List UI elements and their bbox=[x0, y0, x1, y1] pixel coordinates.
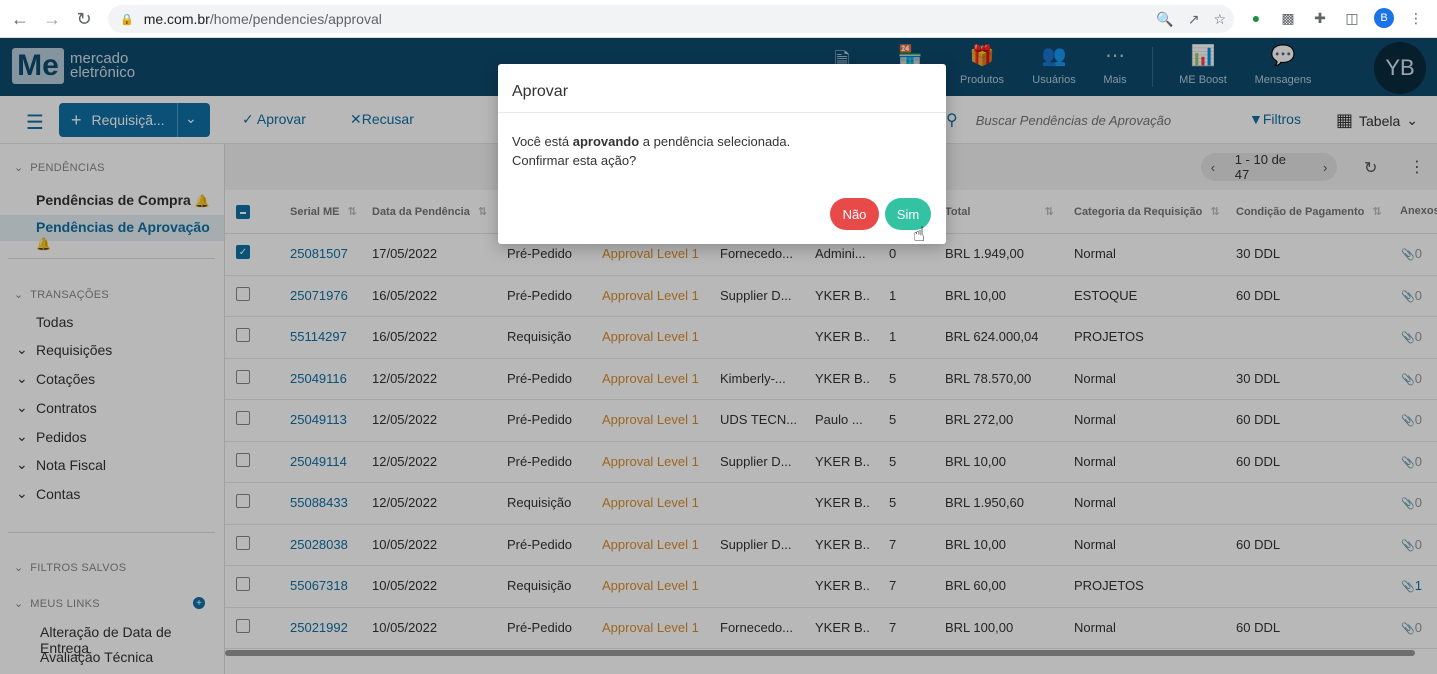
sidepanel-icon[interactable]: ◫ bbox=[1342, 8, 1362, 28]
forward-icon[interactable]: → bbox=[36, 3, 68, 35]
url-text: me.com.br/home/pendencies/approval bbox=[144, 11, 382, 27]
message-pre: Você está bbox=[512, 134, 573, 149]
address-bar[interactable]: 🔒 me.com.br/home/pendencies/approval 🔍 ↗… bbox=[108, 5, 1234, 33]
bookmark-star-icon[interactable]: ☆ bbox=[1213, 11, 1226, 28]
message-bold: aprovando bbox=[572, 134, 640, 149]
zoom-icon[interactable]: 🔍 bbox=[1156, 11, 1173, 28]
url-path: /home/pendencies/approval bbox=[209, 11, 382, 27]
approve-dialog: Aprovar Você está aprovando a pendência … bbox=[498, 64, 946, 244]
extension-leaf-icon[interactable]: ● bbox=[1246, 8, 1266, 28]
dialog-message-line1: Você está aprovando a pendência selecion… bbox=[512, 132, 790, 151]
lock-icon: 🔒 bbox=[120, 13, 134, 26]
reload-icon[interactable]: ↻ bbox=[68, 3, 100, 35]
profile-avatar[interactable]: B bbox=[1374, 8, 1394, 28]
dialog-message: Você está aprovando a pendência selecion… bbox=[512, 132, 790, 170]
dialog-message-line2: Confirmar esta ação? bbox=[512, 153, 637, 168]
url-host: me.com.br bbox=[143, 11, 210, 27]
hand-cursor-icon: ☝ bbox=[913, 224, 926, 246]
message-post: a pendência selecionada. bbox=[639, 134, 791, 149]
browser-toolbar: ← → ↻ 🔒 me.com.br/home/pendencies/approv… bbox=[0, 0, 1437, 38]
browser-menu-icon[interactable]: ⋮ bbox=[1406, 8, 1426, 28]
no-button[interactable]: Não bbox=[830, 198, 879, 230]
dialog-title: Aprovar bbox=[512, 83, 569, 100]
divider bbox=[498, 112, 946, 113]
share-icon[interactable]: ↗ bbox=[1188, 11, 1200, 28]
puzzle-icon[interactable]: ✚ bbox=[1310, 8, 1330, 28]
back-icon[interactable]: ← bbox=[4, 3, 36, 35]
extension-icon[interactable]: ▩ bbox=[1278, 8, 1298, 28]
